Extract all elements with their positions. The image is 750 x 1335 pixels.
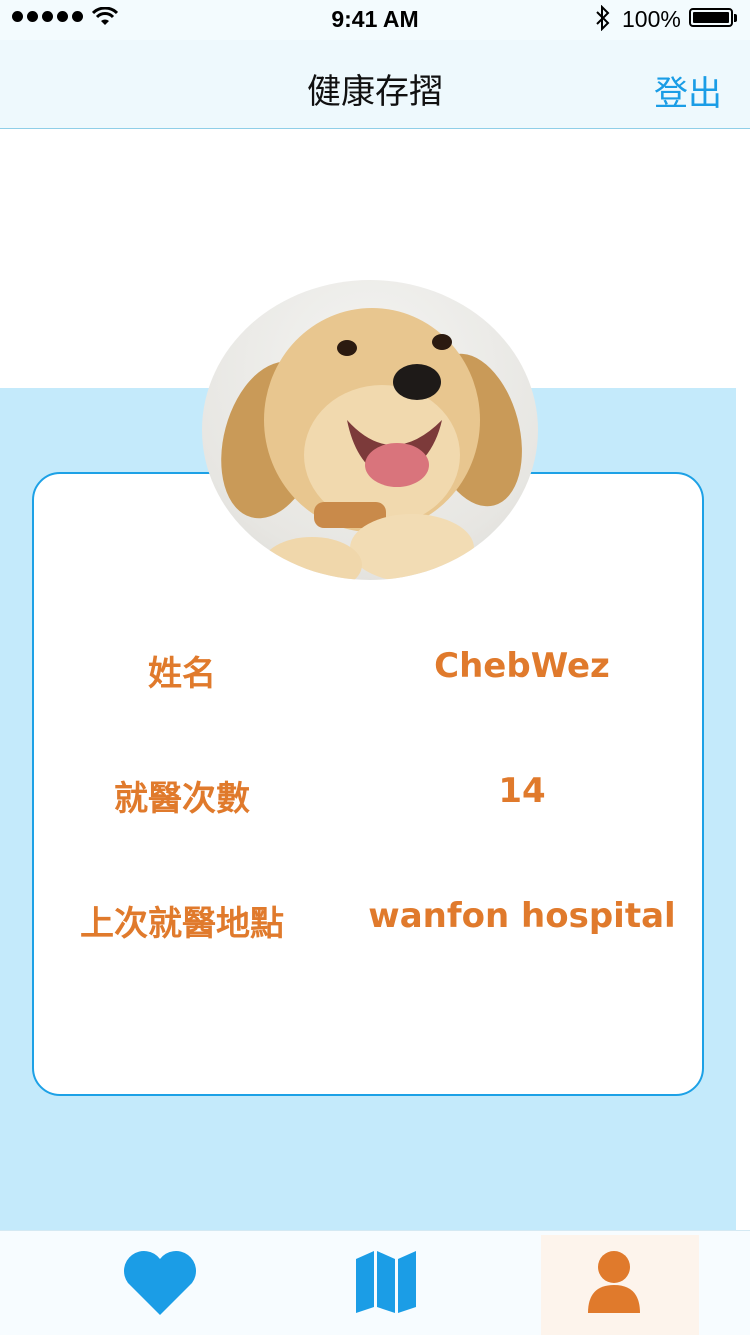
visit-count-label: 就醫次數	[114, 779, 250, 819]
name-value: ChebWez	[434, 646, 610, 686]
visit-count-value: 14	[498, 771, 546, 811]
navigation-bar: 健康存摺 登出	[0, 40, 750, 129]
last-visit-location-label: 上次就醫地點	[80, 904, 284, 944]
heart-icon	[124, 1251, 196, 1315]
logout-button[interactable]: 登出	[654, 66, 722, 115]
tab-bar	[0, 1230, 750, 1335]
bluetooth-icon	[596, 5, 610, 31]
page-title: 健康存摺	[307, 72, 443, 112]
map-icon	[356, 1251, 416, 1313]
tab-map[interactable]	[354, 1249, 430, 1319]
tab-profile[interactable]	[584, 1249, 660, 1319]
battery-percentage: 100%	[622, 6, 681, 32]
name-label: 姓名	[148, 654, 216, 694]
tab-health[interactable]	[122, 1249, 198, 1319]
last-visit-location-value: wanfon hospital	[368, 896, 676, 936]
avatar	[202, 280, 538, 580]
battery-icon	[689, 8, 737, 27]
puppy-photo	[221, 308, 522, 580]
user-icon	[588, 1251, 640, 1313]
status-bar: 9:41 AM 100%	[0, 0, 750, 40]
